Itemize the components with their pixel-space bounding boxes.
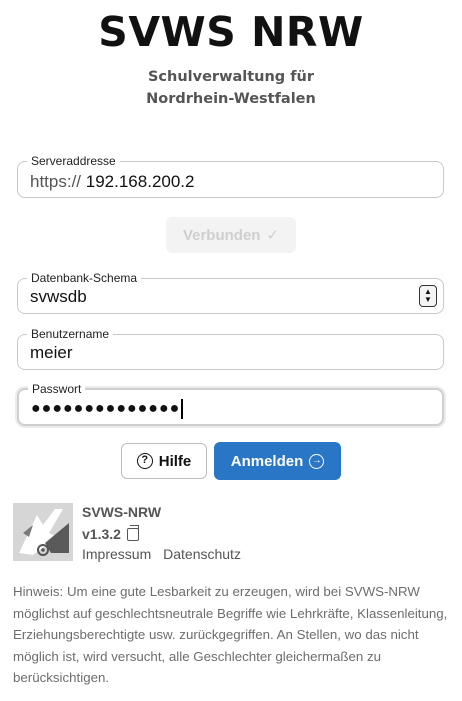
- impressum-link[interactable]: Impressum: [82, 546, 151, 562]
- footer-links: Impressum Datenschutz: [82, 546, 249, 562]
- password-label: Passwort: [28, 382, 86, 396]
- username-label: Benutzername: [27, 327, 114, 341]
- connected-label: Verbunden: [182, 226, 261, 244]
- login-label: Anmelden: [230, 452, 304, 470]
- login-button[interactable]: Anmelden →: [214, 442, 341, 480]
- footer-app-name: SVWS-NRW: [82, 504, 162, 520]
- help-label: Hilfe: [158, 452, 192, 470]
- database-schema-select[interactable]: Datenbank-Schema svwsdb ▲ ▼: [17, 271, 444, 314]
- text-caret: [181, 399, 183, 419]
- login-arrow-circle-icon: →: [309, 453, 325, 469]
- database-schema-label: Datenbank-Schema: [27, 271, 142, 285]
- question-circle-icon: ?: [136, 453, 153, 469]
- password-field[interactable]: Passwort ●●●●●●●●●●●●●●: [17, 382, 444, 426]
- help-button[interactable]: ? Hilfe: [121, 443, 207, 479]
- server-address-input[interactable]: https:// 192.168.200.2: [30, 172, 194, 192]
- subtitle-line-1: Schulverwaltung für: [147, 69, 315, 85]
- password-masked-value: ●●●●●●●●●●●●●●: [31, 400, 181, 418]
- check-icon: ✓: [266, 227, 280, 244]
- gender-hint-text: Hinweis: Um eine gute Lesbarkeit zu erze…: [13, 584, 448, 685]
- server-address-label: Serveraddresse: [27, 154, 120, 168]
- database-schema-value: svwsdb: [30, 287, 87, 306]
- app-title: SVWS NRW: [98, 8, 364, 56]
- subtitle-line-2: Nordrhein-Westfalen: [146, 91, 316, 107]
- version-label: v1.3.2: [82, 526, 121, 542]
- server-address-value: 192.168.200.2: [85, 172, 195, 191]
- server-address-field[interactable]: Serveraddresse https:// 192.168.200.2: [17, 154, 444, 198]
- connected-button[interactable]: Verbunden ✓: [166, 217, 296, 253]
- server-protocol-prefix: https://: [30, 172, 82, 191]
- footer-version: v1.3.2: [82, 524, 139, 542]
- datenschutz-link[interactable]: Datenschutz: [163, 546, 241, 562]
- username-field[interactable]: Benutzername meier: [17, 327, 444, 370]
- copy-icon[interactable]: [126, 524, 139, 541]
- app-subtitle: Schulverwaltung für Nordrhein-Westfalen: [0, 66, 462, 110]
- svws-logo: [13, 503, 73, 561]
- password-input[interactable]: ●●●●●●●●●●●●●●: [31, 399, 183, 419]
- username-value: meier: [30, 343, 73, 362]
- spinner-updown-icon[interactable]: ▲ ▼: [419, 285, 437, 307]
